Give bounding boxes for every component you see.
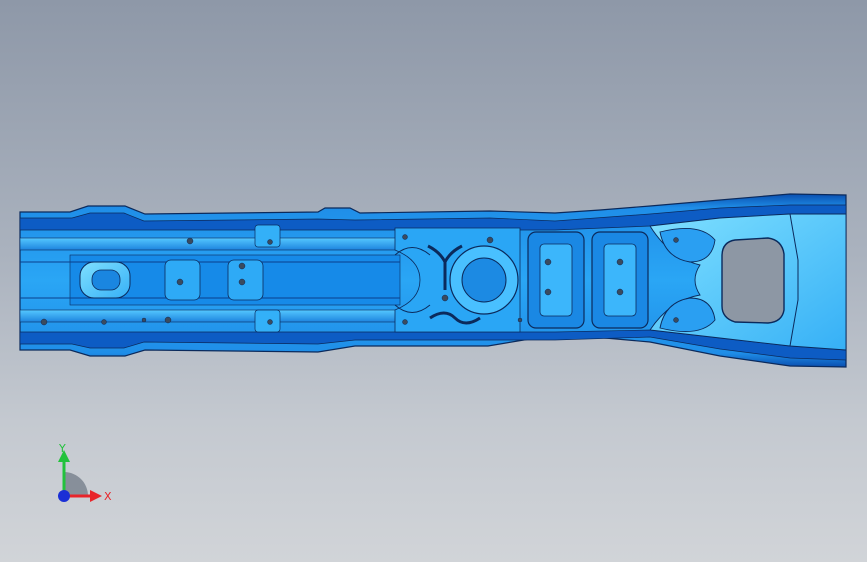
hole xyxy=(402,234,408,240)
pocket-right-floor xyxy=(603,243,637,317)
hole xyxy=(186,237,194,245)
hole xyxy=(517,317,523,323)
x-axis-head xyxy=(90,490,102,502)
upper-rail xyxy=(19,237,401,251)
hole xyxy=(267,319,273,325)
hole xyxy=(441,294,449,302)
hole xyxy=(402,319,408,325)
round-boss-inner xyxy=(461,257,507,303)
hole xyxy=(141,317,147,323)
left-oval-inner xyxy=(91,269,121,291)
hole xyxy=(544,288,552,296)
hole xyxy=(238,278,246,286)
hole xyxy=(673,237,679,243)
hole xyxy=(544,258,552,266)
lower-rail xyxy=(19,309,401,323)
hole xyxy=(40,318,48,326)
hole xyxy=(267,239,273,245)
hole xyxy=(673,317,679,323)
hole xyxy=(176,278,184,286)
pad-2 xyxy=(227,259,264,301)
coordinate-triad[interactable]: Y X xyxy=(40,438,120,518)
pocket-left-floor xyxy=(539,243,573,317)
3d-model-viewport[interactable] xyxy=(0,0,867,562)
hole xyxy=(616,258,624,266)
sheet-metal-part[interactable] xyxy=(19,193,847,368)
hole xyxy=(486,236,494,244)
z-axis-dot xyxy=(58,490,70,502)
hole xyxy=(616,288,624,296)
end-cutout xyxy=(721,237,785,324)
hole xyxy=(101,319,107,325)
hole xyxy=(238,262,246,270)
x-axis-label: X xyxy=(104,490,112,503)
hole xyxy=(164,316,172,324)
pad-3 xyxy=(254,224,281,248)
y-axis-label: Y xyxy=(58,442,66,455)
